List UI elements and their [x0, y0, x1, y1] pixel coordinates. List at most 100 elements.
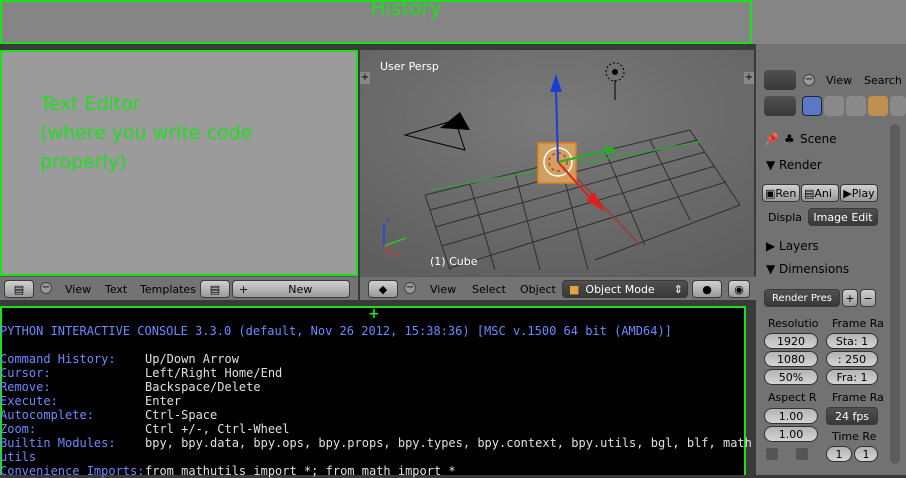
pivot-icon: ◉ [734, 282, 744, 296]
menu-view[interactable]: View [65, 283, 91, 296]
frame-rate-label: Frame Ra [832, 391, 884, 404]
outliner-type-button[interactable] [764, 70, 796, 90]
render-tab-camera-icon[interactable] [802, 96, 822, 116]
animation-button[interactable]: ▤ Ani [801, 184, 839, 202]
3d-viewport[interactable]: z x + + [360, 50, 754, 276]
view-perspective-label: User Persp [380, 60, 439, 73]
fps-select[interactable]: 24 fps [826, 407, 878, 425]
time-old-field[interactable]: 1 [826, 446, 852, 462]
menu-object[interactable]: Object [520, 283, 556, 296]
collapse-menu-icon[interactable]: − [40, 282, 52, 294]
mode-select[interactable]: ■ Object Mode ⇕ [562, 280, 688, 298]
pin-icon[interactable]: 📌 [764, 132, 779, 146]
svg-text:x: x [396, 249, 401, 258]
properties-type-button[interactable] [764, 96, 796, 116]
toolshelf-toggle[interactable]: + [360, 72, 370, 84]
frame-end-field[interactable]: : 250 [826, 351, 878, 367]
console-help-key: Execute: [0, 394, 58, 408]
frame-start-field[interactable]: Sta: 1 [826, 333, 878, 349]
scene-tab-icon[interactable] [824, 96, 844, 116]
viewport-collapse-icon[interactable]: − [404, 282, 416, 294]
resolution-y-field[interactable]: 1080 [764, 351, 818, 367]
solid-sphere-icon: ● [702, 282, 712, 296]
mode-label: Object Mode [585, 282, 655, 296]
render-button-label: Ren [775, 186, 797, 200]
world-tab-icon[interactable] [846, 96, 866, 116]
aspect-y-field[interactable]: 1.00 [764, 426, 818, 442]
render-presets-label: Render Pres [772, 292, 832, 304]
outliner-search[interactable]: Search [864, 74, 902, 87]
resolution-label: Resolutio [768, 317, 819, 330]
crop-checkbox[interactable] [796, 448, 808, 460]
text-browse-button[interactable]: ▤ [200, 280, 230, 298]
resolution-x-field[interactable]: 1920 [764, 333, 818, 349]
console-help-key: Zoom: [0, 422, 37, 436]
frame-range-label: Frame Ra [832, 317, 884, 330]
console-help-value: Ctrl +/-, Ctrl-Wheel [145, 422, 290, 436]
aspect-ratio-label: Aspect R [768, 391, 817, 404]
aspect-x-field[interactable]: 1.00 [764, 408, 818, 424]
object-tab-icon[interactable] [868, 96, 888, 116]
menu-text[interactable]: Text [105, 283, 127, 296]
add-preset-button[interactable]: + [842, 289, 858, 307]
console-help-value: from mathutils import *; from math impor… [145, 464, 456, 478]
remove-preset-button[interactable]: − [860, 289, 876, 307]
console-help-value: Backspace/Delete [145, 380, 261, 394]
console-help-value: Up/Down Arrow [145, 352, 239, 366]
outliner-collapse-icon[interactable]: − [803, 74, 815, 86]
menu-view[interactable]: View [430, 283, 456, 296]
dimensions-panel-label: Dimensions [779, 262, 850, 276]
text-browse-icon: ▤ [209, 282, 221, 296]
shading-select[interactable]: ● [692, 280, 722, 298]
play-button[interactable]: ▶ Play [840, 184, 878, 202]
render-icon: ▣ [765, 186, 776, 200]
display-select[interactable]: Image Edit [808, 208, 878, 226]
svg-text:z: z [386, 215, 390, 224]
resolution-percent-field[interactable]: 50% [764, 369, 818, 385]
history-right-strip [752, 0, 906, 44]
play-icon: ▶ [843, 186, 852, 200]
fps-value: 24 fps [834, 409, 870, 423]
properties-toggle[interactable]: + [744, 72, 754, 84]
pivot-select[interactable]: ◉ [728, 280, 750, 298]
render-panel-header[interactable]: ▼ Render [766, 158, 822, 172]
outliner-menu-view[interactable]: View [826, 74, 852, 87]
new-text-button[interactable]: + New [232, 280, 350, 298]
properties-scrollbar[interactable] [890, 124, 900, 464]
editor-type-button[interactable]: ▤ [4, 280, 34, 298]
layers-panel-header[interactable]: ▶ Layers [766, 239, 819, 253]
display-label: Displa [768, 211, 803, 224]
console-help-value: Enter [145, 394, 182, 408]
menu-templates[interactable]: Templates [140, 283, 196, 296]
text-doc-icon: ▤ [13, 282, 25, 296]
python-console[interactable]: + PYTHON INTERACTIVE CONSOLE 3.3.0 (defa… [0, 306, 752, 478]
console-banner: PYTHON INTERACTIVE CONSOLE 3.3.0 (defaul… [0, 324, 672, 338]
cube-editor-icon: ◆ [378, 282, 388, 296]
constraints-tab-icon[interactable] [890, 96, 906, 116]
active-object-label: (1) Cube [430, 255, 478, 268]
time-new-field[interactable]: 1 [854, 446, 878, 462]
console-help-value: Ctrl-Space [145, 408, 218, 422]
properties-editor: − View Search 📌 ♣ Scene ▼ Render ▣ Ren ▤ A… [756, 44, 906, 475]
text-editor-header: ▤ − View Text Templates ▤ + New [0, 276, 358, 300]
time-remap-label: Time Re [832, 430, 877, 443]
layers-panel-label: Layers [779, 239, 819, 253]
render-button[interactable]: ▣ Ren [762, 184, 800, 202]
dimensions-panel-header[interactable]: ▼ Dimensions [766, 262, 849, 276]
scene-icon: ♣ [784, 132, 795, 146]
console-help-key: Builtin Modules: [0, 436, 116, 450]
scene-breadcrumb: Scene [800, 132, 837, 146]
object-mode-icon: ■ [569, 282, 580, 296]
plus-icon: + [239, 282, 249, 296]
animation-button-label: Ani [814, 186, 832, 200]
render-panel-label: Render [779, 158, 822, 172]
console-help-key: Cursor: [0, 366, 51, 380]
menu-select[interactable]: Select [472, 283, 506, 296]
render-presets-select[interactable]: Render Pres [764, 289, 840, 307]
border-checkbox[interactable] [766, 448, 778, 460]
console-help-value: Left/Right Home/End [145, 366, 283, 380]
frame-step-field[interactable]: Fra: 1 [826, 369, 878, 385]
viewport-editor-type-button[interactable]: ◆ [368, 280, 398, 298]
console-help-key: Convenience Imports: [0, 464, 145, 478]
console-help-key: Remove: [0, 380, 51, 394]
